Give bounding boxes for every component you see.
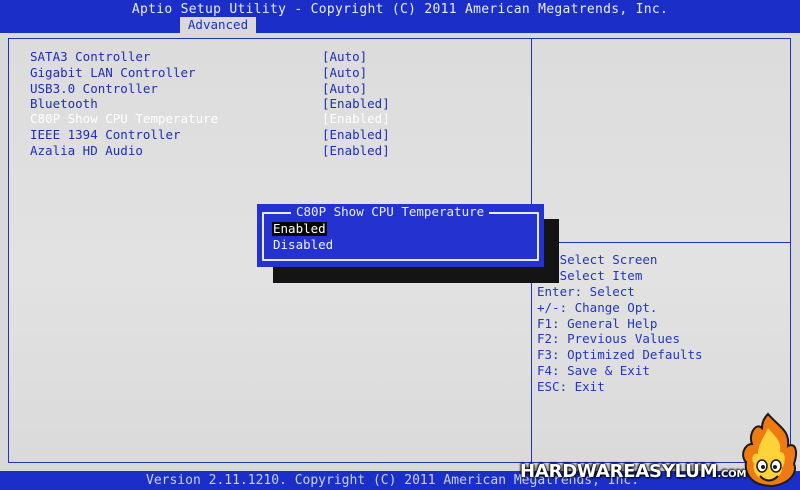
popup-option-disabled[interactable]: Disabled: [272, 238, 334, 252]
setting-sata3-value[interactable]: [Auto]: [322, 49, 367, 64]
setting-gigabit-lan-value[interactable]: [Auto]: [322, 65, 367, 80]
setting-azalia-value[interactable]: [Enabled]: [322, 143, 390, 158]
help-esc: ESC: Exit: [537, 379, 605, 394]
setting-bluetooth-label[interactable]: Bluetooth: [30, 96, 98, 111]
setting-ieee1394-value[interactable]: [Enabled]: [322, 127, 390, 142]
setting-cpu-temp-label[interactable]: C80P Show CPU Temperature: [30, 111, 218, 126]
popup-option-enabled[interactable]: Enabled: [272, 222, 327, 236]
app-title: Aptio Setup Utility - Copyright (C) 2011…: [131, 2, 669, 17]
watermark-text: HARDWAREASYLUM.COM: [520, 461, 747, 482]
setting-cpu-temp-value[interactable]: [Enabled]: [322, 111, 390, 126]
setting-sata3-label[interactable]: SATA3 Controller: [30, 49, 150, 64]
hardwareasylum-watermark: HARDWAREASYLUM.COM: [516, 410, 800, 490]
setting-usb3-label[interactable]: USB3.0 Controller: [30, 81, 158, 96]
setting-ieee1394-label[interactable]: IEEE 1394 Controller: [30, 127, 181, 142]
help-enter-select: Enter: Select: [537, 284, 635, 299]
setting-usb3-value[interactable]: [Auto]: [322, 81, 367, 96]
title-bar: Aptio Setup Utility - Copyright (C) 2011…: [0, 0, 800, 33]
help-f3: F3: Optimized Defaults: [537, 347, 703, 362]
help-change-opt: +/-: Change Opt.: [537, 300, 658, 315]
popup-title: C80P Show CPU Temperature: [291, 204, 490, 220]
help-f1: F1: General Help: [537, 316, 658, 331]
setting-bluetooth-value[interactable]: [Enabled]: [322, 96, 390, 111]
option-popup: C80P Show CPU Temperature Enabled Disabl…: [257, 204, 544, 267]
help-f4: F4: Save & Exit: [537, 363, 650, 378]
setting-azalia-label[interactable]: Azalia HD Audio: [30, 143, 143, 158]
tab-advanced[interactable]: Advanced: [180, 17, 256, 33]
help-f2: F2: Previous Values: [537, 331, 680, 346]
setting-gigabit-lan-label[interactable]: Gigabit LAN Controller: [30, 65, 196, 80]
panel-divider-horizontal: [532, 242, 790, 243]
